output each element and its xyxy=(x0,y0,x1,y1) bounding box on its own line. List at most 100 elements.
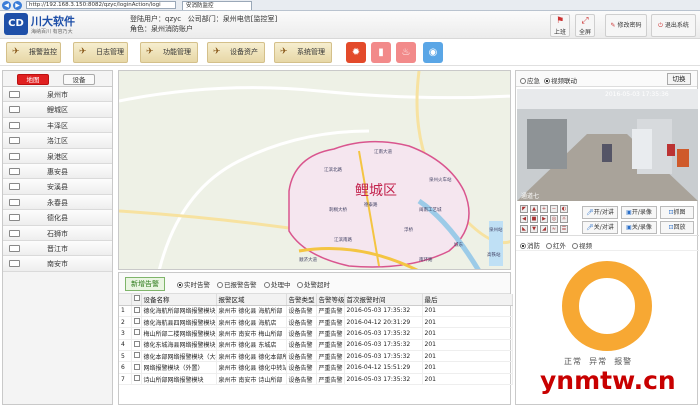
menu-function-management[interactable]: ✈ 功能管理 xyxy=(140,42,198,63)
snapshot-button[interactable]: ⊡抓图 xyxy=(660,206,694,219)
table-row[interactable]: 5德化本部网络报警模块（大楼）泉州市 德化县 德化本部所部设备告警严重告警201… xyxy=(119,350,513,363)
ptz-zoom-out-icon[interactable]: − xyxy=(550,205,558,213)
table-row[interactable]: 4 德化东城海县网络报警模块 泉州市 德化县 东城店 设备告警 严重告警 2016-05-… xyxy=(119,339,513,352)
ptz-down-icon[interactable]: ▼ xyxy=(530,225,538,233)
ptz-down-left-icon[interactable]: ◣ xyxy=(520,225,528,233)
table-row[interactable]: 1 德化海航所部网络报警模块 泉州市 德化县 海航所部 设备告警 严重告警 2016-05… xyxy=(119,305,513,317)
ptz-wiper-icon[interactable]: ≈ xyxy=(550,225,558,233)
ptz-up-left-icon[interactable]: ◤ xyxy=(520,205,528,213)
ptz-preset-icon[interactable]: ☰ xyxy=(560,225,568,233)
folder-icon xyxy=(9,244,20,252)
column-header[interactable]: 最后 xyxy=(422,294,513,306)
table-row[interactable]: 3 梅山所部二楼网络报警模块 泉州市 南安市 梅山所部 设备告警 严重告警 2016-05… xyxy=(119,327,513,340)
column-header[interactable]: 设备名称 xyxy=(141,294,217,306)
filter-reported[interactable]: 已报警告警 xyxy=(217,279,257,289)
table-row[interactable]: 7 诗山所部网络报警模块 泉州市 南安市 诗山所部 设备告警 严重告警 2016-05-0… xyxy=(119,373,513,386)
row-checkbox[interactable] xyxy=(131,316,142,329)
filter-realtime[interactable]: 实时告警 xyxy=(177,279,210,289)
extinguisher-icon[interactable]: ▮ xyxy=(371,42,391,63)
ptz-light-icon[interactable]: ☼ xyxy=(560,215,568,223)
on-duty-button[interactable]: ⚑ 上班 xyxy=(550,14,570,37)
menu-system-management[interactable]: ✈ 系统管理 xyxy=(274,42,332,63)
flame-icon[interactable]: ♨ xyxy=(396,42,416,63)
dept-label: 公司部门： xyxy=(187,15,223,23)
folder-icon xyxy=(9,91,20,98)
table-cell: 梅山所部二楼网络报警模块 xyxy=(141,327,217,340)
change-password-button[interactable]: ✎ 修改密码 xyxy=(605,14,647,37)
alarm-table: 设备名称 报警区域 告警类型 告警等级 首次报警时间 最后 1 德化海航所部网络报… xyxy=(119,294,513,386)
ptz-zoom-in-icon[interactable]: + xyxy=(540,205,548,213)
browser-tab[interactable]: 安消防监控 xyxy=(182,0,252,10)
row-checkbox[interactable] xyxy=(131,350,142,363)
menu-log-management[interactable]: ✈ 日志管理 xyxy=(73,42,128,63)
left-tabs: 地图 设备 xyxy=(3,71,112,87)
fire-alarm-icon[interactable]: ✹ xyxy=(346,42,366,63)
map-label: 德泰路 xyxy=(364,201,378,208)
talk-off-button[interactable]: 🎤︎关/对讲 xyxy=(582,221,618,234)
record-on-button[interactable]: ▣开/录像 xyxy=(621,206,657,219)
ptz-stop-icon[interactable]: ■ xyxy=(530,215,538,223)
key-icon: ✎ xyxy=(610,22,616,29)
row-checkbox[interactable] xyxy=(131,361,142,374)
logout-button[interactable]: ⏻ 退出系统 xyxy=(651,14,696,37)
menu-alarm-monitor[interactable]: ✈ 报警监控 xyxy=(6,42,61,63)
stat-video[interactable]: 视频 xyxy=(572,240,592,250)
column-header[interactable]: 首次报警时间 xyxy=(344,294,423,306)
address-bar[interactable]: http://192.168.3.150:8082/qzyc/loginActi… xyxy=(26,1,176,9)
switch-button[interactable]: 切换 xyxy=(667,73,691,85)
camera-icon[interactable]: ◉ xyxy=(423,42,443,63)
map-view[interactable]: 江南大道 江滨北路 刺桐大桥 德泰路 闽南工艺城 泉州火车站 泉州站 城东 浮桥… xyxy=(118,70,511,270)
option-emergency[interactable]: 应急 xyxy=(520,75,540,85)
filter-processing[interactable]: 处理中 xyxy=(264,279,291,289)
table-cell: 严重告警 xyxy=(316,327,345,340)
city-item[interactable]: 泉州市 xyxy=(3,87,112,103)
city-item[interactable]: 惠安县 xyxy=(3,163,112,180)
menu-device-assets[interactable]: ✈ 设备资产 xyxy=(207,42,265,63)
filter-timeout[interactable]: 处警超时 xyxy=(297,279,330,289)
stat-infrared[interactable]: 红外 xyxy=(546,240,566,250)
video-panel: 应急 视频联动 切换 2016-05-03 17:35:36 通道七 ◤ ▲ +… xyxy=(515,70,699,405)
ptz-up-icon[interactable]: ▲ xyxy=(530,205,538,213)
row-checkbox[interactable] xyxy=(131,373,142,386)
city-item[interactable]: 南安市 xyxy=(3,256,112,272)
ptz-iris-icon[interactable]: ◎ xyxy=(550,215,558,223)
city-item[interactable]: 安溪县 xyxy=(3,179,112,195)
column-header[interactable]: 报警区域 xyxy=(216,294,287,306)
district-label: 鲤城区 xyxy=(355,183,397,199)
video-feed[interactable]: 2016-05-03 17:35:36 通道七 xyxy=(517,89,698,201)
table-cell: 严重告警 xyxy=(316,350,345,363)
city-item[interactable]: 永春县 xyxy=(3,194,112,211)
city-item[interactable]: 泉港区 xyxy=(3,148,112,164)
forward-icon[interactable]: ▶ xyxy=(13,0,22,10)
stat-fire[interactable]: 消防 xyxy=(520,240,540,250)
city-item[interactable]: 鲤城区 xyxy=(3,102,112,118)
fullscreen-button[interactable]: ⤢ 全屏 xyxy=(575,14,595,37)
row-checkbox[interactable] xyxy=(131,305,142,317)
row-checkbox[interactable] xyxy=(131,327,142,340)
ptz-down-right-icon[interactable]: ◢ xyxy=(540,225,548,233)
table-row[interactable]: 2 德化海航县四网络报警模块 泉州市 德化县 海航店 设备告警 严重告警 2016-04-… xyxy=(119,316,513,329)
ptz-focus-icon[interactable]: ◐ xyxy=(560,205,568,213)
city-item[interactable]: 洛江区 xyxy=(3,133,112,149)
option-video-link[interactable]: 视频联动 xyxy=(544,75,577,85)
table-row[interactable]: 6 网络报警模块（外置） 泉州市 德化县 德化中转站 设备告警 严重告警 2016-04-… xyxy=(119,361,513,374)
new-alarm-button[interactable]: 新增告警 xyxy=(125,277,165,291)
column-header[interactable]: 告警类型 xyxy=(286,294,317,306)
satellite-icon: ✈ xyxy=(146,47,154,57)
back-icon[interactable]: ◀ xyxy=(2,0,11,10)
playback-button[interactable]: ⊡回放 xyxy=(660,221,694,234)
city-name: 晋江市 xyxy=(47,244,68,253)
city-item[interactable]: 丰泽区 xyxy=(3,117,112,134)
talk-on-button[interactable]: 🎤︎开/对讲 xyxy=(582,206,618,219)
row-checkbox[interactable] xyxy=(131,339,142,352)
city-item[interactable]: 石狮市 xyxy=(3,225,112,241)
tab-map[interactable]: 地图 xyxy=(17,74,49,85)
city-item[interactable]: 德化县 xyxy=(3,210,112,226)
select-all-checkbox[interactable] xyxy=(131,294,142,306)
record-off-button[interactable]: ▣关/录像 xyxy=(621,221,657,234)
column-header[interactable]: 告警等级 xyxy=(316,294,345,306)
tab-devices[interactable]: 设备 xyxy=(63,74,95,85)
ptz-left-icon[interactable]: ◀ xyxy=(520,215,528,223)
city-item[interactable]: 晋江市 xyxy=(3,240,112,257)
ptz-right-icon[interactable]: ▶ xyxy=(540,215,548,223)
